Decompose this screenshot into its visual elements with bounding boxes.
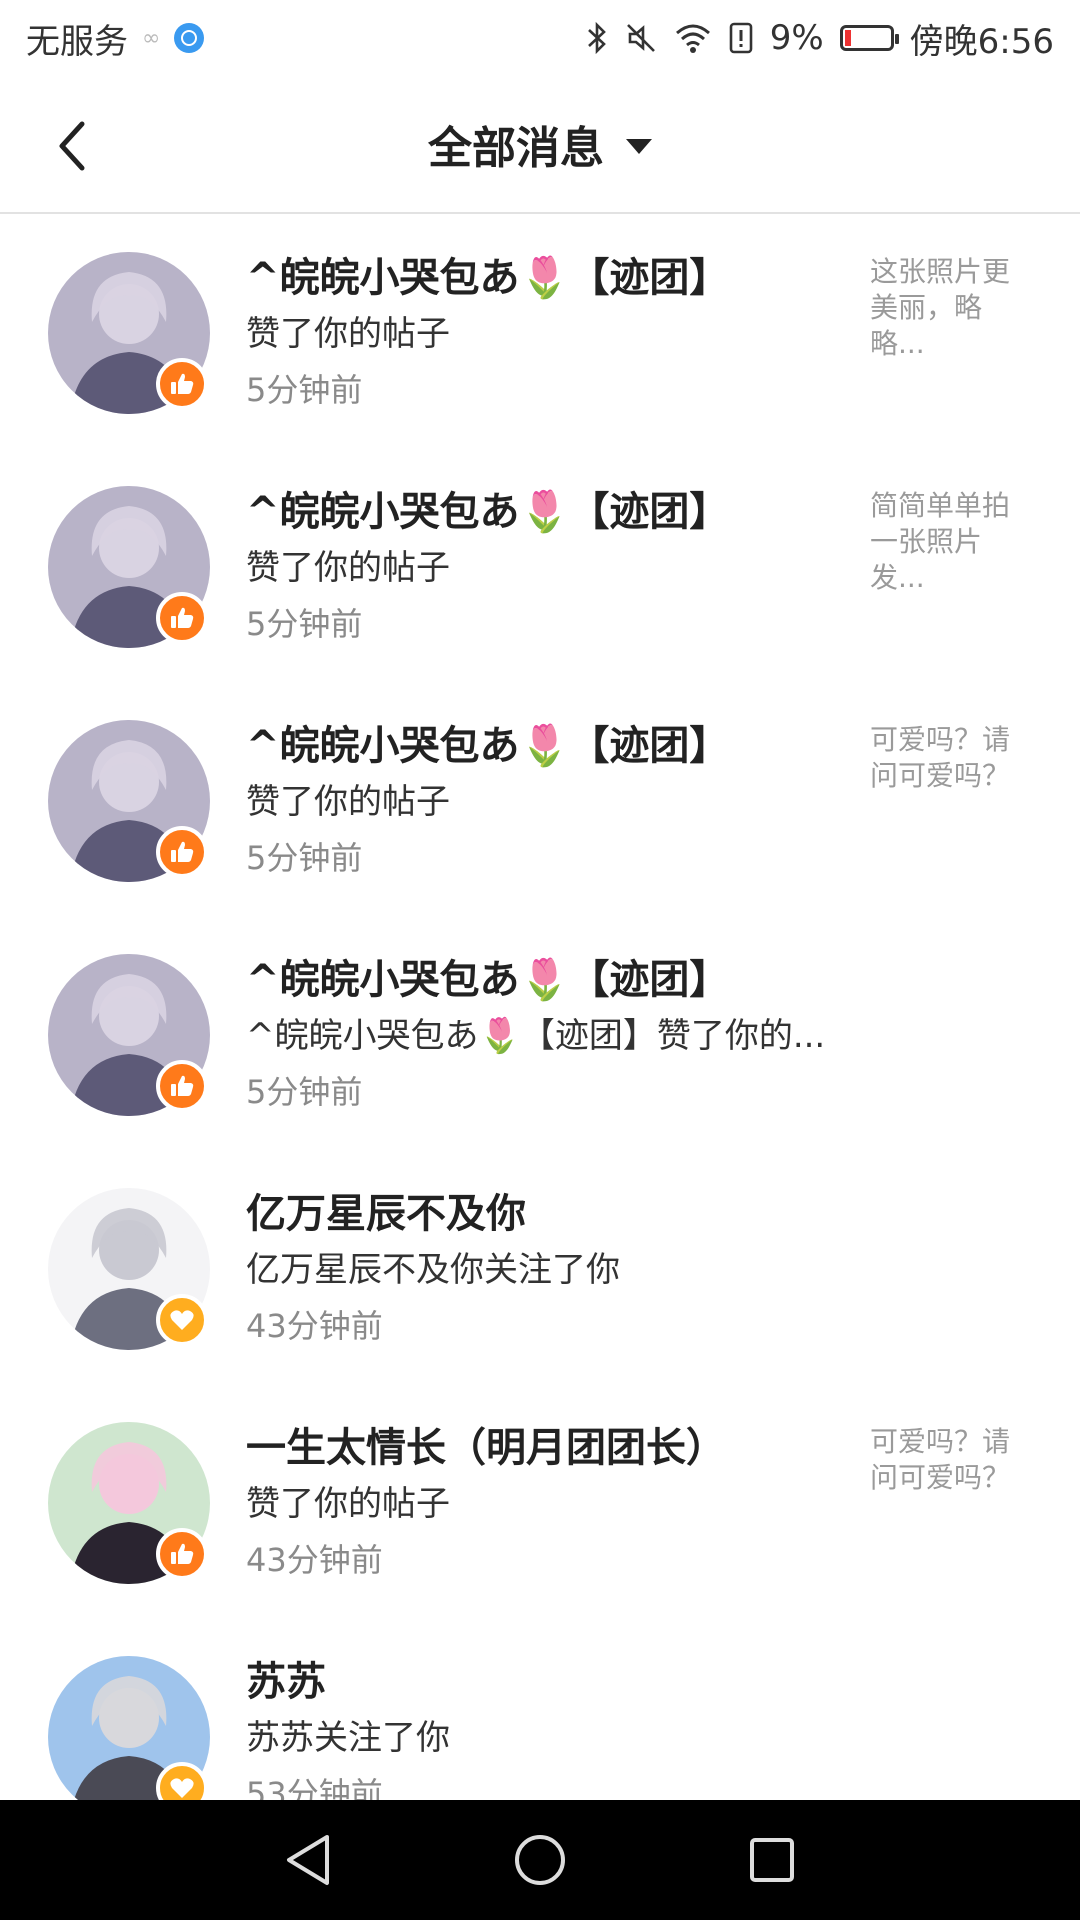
- status-bar-right: 9% 傍晚6:56: [586, 14, 1054, 63]
- message-filter-dropdown[interactable]: 全部消息: [0, 76, 1080, 212]
- nav-recents-button[interactable]: [736, 1824, 808, 1896]
- message-action: 赞了你的帖子: [246, 1484, 450, 1524]
- message-time: 53分钟前: [246, 1775, 383, 1800]
- like-badge: [156, 1528, 208, 1580]
- wifi-icon: [675, 24, 710, 53]
- sender-name[interactable]: ^皖皖小哭包あ🌷【迹团】: [246, 718, 846, 774]
- link-icon: ∞: [142, 25, 161, 51]
- sender-name[interactable]: 苏苏: [246, 1654, 846, 1710]
- heart-icon: [170, 1778, 194, 1798]
- message-text-block: 一生太情长（明月团团长） 赞了你的帖子 43分钟前: [246, 1420, 846, 1588]
- heart-icon: [170, 1310, 194, 1330]
- nav-home-button[interactable]: [504, 1824, 576, 1896]
- message-row[interactable]: ^皖皖小哭包あ🌷【迹团】赞了你的帖子 5分钟前 这张照片更美丽，略略...: [0, 214, 1080, 448]
- like-badge: [156, 826, 208, 878]
- sender-name[interactable]: ^皖皖小哭包あ🌷【迹团】: [246, 484, 846, 540]
- message-action: 亿万星辰不及你关注了你: [246, 1250, 620, 1290]
- triangle-back-icon: [287, 1835, 329, 1885]
- thumbs-up-icon: [171, 607, 194, 628]
- thumbs-up-icon: [171, 1543, 194, 1564]
- message-action: 赞了你的帖子: [246, 314, 450, 354]
- message-row[interactable]: 苏苏苏苏关注了你 53分钟前: [0, 1618, 1080, 1800]
- status-bar-left: 无服务 ∞: [26, 14, 205, 63]
- square-recents-icon: [750, 1838, 794, 1882]
- mute-icon: [626, 24, 655, 52]
- battery-percent: 9%: [769, 18, 824, 58]
- sender-name[interactable]: ^皖皖小哭包あ🌷【迹团】: [246, 952, 846, 1008]
- post-preview[interactable]: 可爱吗？请问可爱吗？: [870, 722, 1028, 794]
- message-action: 赞了你的帖子: [246, 782, 450, 822]
- circle-home-icon: [515, 1835, 565, 1885]
- message-time: 5分钟前: [246, 605, 363, 643]
- thumbs-up-icon: [171, 373, 194, 394]
- carrier-text: 无服务: [26, 21, 128, 62]
- message-time: 43分钟前: [246, 1541, 383, 1579]
- thumbs-up-icon: [171, 841, 194, 862]
- message-text-block: 亿万星辰不及你亿万星辰不及你关注了你 43分钟前: [246, 1186, 846, 1354]
- status-bar: 无服务 ∞ 9% 傍晚6:56: [0, 0, 1080, 76]
- message-row[interactable]: ^皖皖小哭包あ🌷【迹团】赞了你的帖子 5分钟前 可爱吗？请问可爱吗？: [0, 682, 1080, 916]
- like-badge: [156, 1060, 208, 1112]
- message-text-block: ^皖皖小哭包あ🌷【迹团】赞了你的帖子 5分钟前: [246, 718, 846, 886]
- sender-name[interactable]: ^皖皖小哭包あ🌷【迹团】: [246, 250, 846, 306]
- post-preview[interactable]: 可爱吗？请问可爱吗？: [870, 1424, 1028, 1496]
- message-row[interactable]: 一生太情长（明月团团长） 赞了你的帖子 43分钟前 可爱吗？请问可爱吗？: [0, 1384, 1080, 1618]
- screen: 无服务 ∞ 9% 傍晚6:56 全部消息 ^皖皖小哭包あ🌷【迹团】 赞了你的帖子…: [0, 0, 1080, 1920]
- message-text-block: ^皖皖小哭包あ🌷【迹团】 ^皖皖小哭包あ🌷【迹团】赞了你的... 5分钟前: [246, 952, 846, 1120]
- message-time: 5分钟前: [246, 371, 363, 409]
- message-text-block: ^皖皖小哭包あ🌷【迹团】赞了你的帖子 5分钟前: [246, 250, 846, 418]
- clock: 傍晚6:56: [909, 21, 1054, 62]
- message-time: 5分钟前: [246, 839, 363, 877]
- post-preview[interactable]: 简简单单拍一张照片发...: [870, 488, 1028, 596]
- nav-back-button[interactable]: [272, 1824, 344, 1896]
- message-row[interactable]: ^皖皖小哭包あ🌷【迹团】赞了你的帖子 5分钟前 简简单单拍一张照片发...: [0, 448, 1080, 682]
- follow-badge: [156, 1294, 208, 1346]
- battery-icon: [839, 25, 899, 51]
- alert-icon: [729, 22, 752, 54]
- navigation-bar: [0, 1800, 1080, 1920]
- message-action: 苏苏关注了你: [246, 1718, 450, 1758]
- message-text-block: ^皖皖小哭包あ🌷【迹团】赞了你的帖子 5分钟前: [246, 484, 846, 652]
- message-row[interactable]: ^皖皖小哭包あ🌷【迹团】 ^皖皖小哭包あ🌷【迹团】赞了你的... 5分钟前: [0, 916, 1080, 1150]
- message-time: 43分钟前: [246, 1307, 383, 1345]
- message-list[interactable]: ^皖皖小哭包あ🌷【迹团】 赞了你的帖子 5分钟前 这张照片更美丽，略略... ^皖皖小哭…: [0, 214, 1080, 1800]
- like-badge: [156, 592, 208, 644]
- message-row[interactable]: 亿万星辰不及你亿万星辰不及你关注了你 43分钟前: [0, 1150, 1080, 1384]
- bluetooth-icon: [587, 21, 606, 55]
- sender-name[interactable]: 亿万星辰不及你: [246, 1186, 846, 1242]
- header: 全部消息: [0, 76, 1080, 214]
- message-action: ^皖皖小哭包あ🌷【迹团】赞了你的...: [246, 1016, 826, 1056]
- caret-down-icon: [626, 138, 652, 154]
- like-badge: [156, 358, 208, 410]
- message-action: 赞了你的帖子: [246, 548, 450, 588]
- post-preview[interactable]: 这张照片更美丽，略略...: [870, 254, 1028, 362]
- thumbs-up-icon: [171, 1075, 194, 1096]
- browser-icon: [174, 23, 205, 53]
- message-time: 5分钟前: [246, 1073, 363, 1111]
- sender-name[interactable]: 一生太情长（明月团团长）: [246, 1420, 846, 1476]
- page-title: 全部消息: [428, 123, 604, 174]
- message-text-block: 苏苏苏苏关注了你 53分钟前: [246, 1654, 846, 1800]
